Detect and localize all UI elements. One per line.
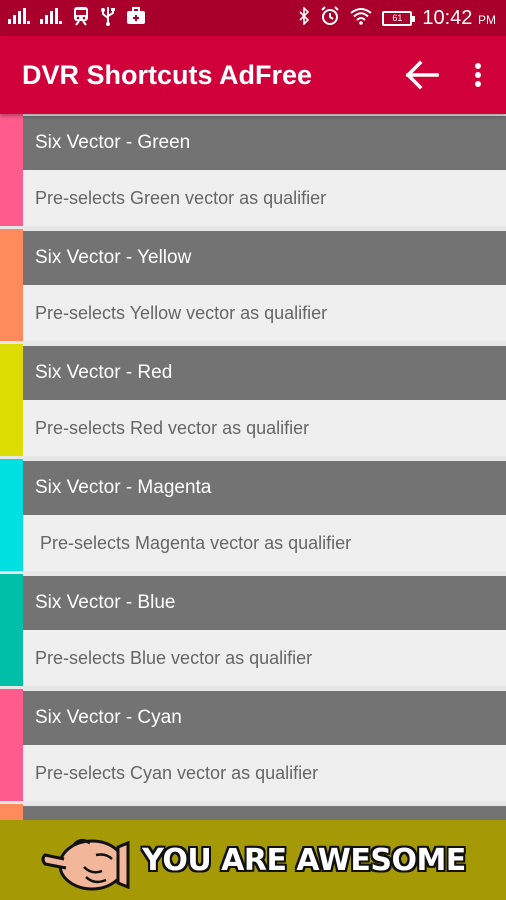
item-title: Six Vector - Green (23, 116, 506, 170)
status-left-icons (0, 6, 146, 31)
app-title: DVR Shortcuts AdFree (22, 59, 313, 90)
arrow-left-icon (405, 60, 439, 90)
alarm-icon (320, 5, 340, 31)
color-stripe (0, 344, 23, 456)
item-title (23, 806, 506, 820)
battery-level: 61 (392, 13, 403, 23)
overflow-menu-button[interactable] (450, 47, 506, 103)
list-item[interactable]: Six Vector - Cyan Pre-selects Cyan vecto… (0, 689, 506, 804)
list-item[interactable]: Six Vector - Magenta Pre-selects Magenta… (0, 459, 506, 574)
status-bar: 61 10:42 PM (0, 0, 506, 36)
signal-icon (8, 7, 30, 29)
train-icon (72, 6, 90, 31)
item-title: Six Vector - Red (23, 346, 506, 400)
clock-time: 10:42 (422, 6, 473, 29)
signal-icon (40, 7, 62, 29)
list-item[interactable]: Six Vector - Green Pre-selects Green vec… (0, 114, 506, 229)
item-title: Six Vector - Yellow (23, 231, 506, 285)
status-right-icons: 61 10:42 PM (298, 5, 506, 31)
clock-ampm: PM (478, 12, 496, 27)
item-description: Pre-selects Red vector as qualifier (23, 400, 506, 456)
color-stripe (0, 114, 23, 226)
status-time: 10:42 PM (422, 7, 496, 30)
list-item[interactable]: Six Vector - Blue Pre-selects Blue vecto… (0, 574, 506, 689)
color-stripe (0, 804, 23, 820)
item-description: Pre-selects Blue vector as qualifier (23, 630, 506, 686)
wifi-icon (350, 7, 372, 30)
briefcase-icon (126, 6, 146, 30)
usb-icon (100, 6, 116, 31)
list-item[interactable]: Six Vector - Red Pre-selects Red vector … (0, 344, 506, 459)
color-stripe (0, 689, 23, 801)
item-description: Pre-selects Magenta vector as qualifier (23, 515, 506, 571)
item-title: Six Vector - Magenta (23, 461, 506, 515)
battery-icon: 61 (382, 10, 416, 26)
color-stripe (0, 229, 23, 341)
color-stripe (0, 574, 23, 686)
item-description: Pre-selects Green vector as qualifier (23, 170, 506, 226)
list-item[interactable]: Six Vector - Yellow Pre-selects Yellow v… (0, 229, 506, 344)
banner-text: YOU ARE AWESOME (142, 842, 466, 878)
item-title: Six Vector - Blue (23, 576, 506, 630)
back-button[interactable] (394, 47, 450, 103)
color-stripe (0, 459, 23, 571)
bluetooth-icon (298, 5, 310, 30)
item-description: Pre-selects Cyan vector as qualifier (23, 745, 506, 801)
item-title: Six Vector - Cyan (23, 691, 506, 745)
list-item[interactable] (0, 804, 506, 820)
pointing-hand-icon (41, 838, 130, 891)
ad-banner[interactable]: YOU ARE AWESOME (0, 820, 506, 900)
item-description: Pre-selects Yellow vector as qualifier (23, 285, 506, 341)
app-bar: DVR Shortcuts AdFree (0, 36, 506, 114)
shortcut-list: Six Vector - Green Pre-selects Green vec… (0, 114, 506, 820)
more-vert-icon (475, 63, 481, 87)
